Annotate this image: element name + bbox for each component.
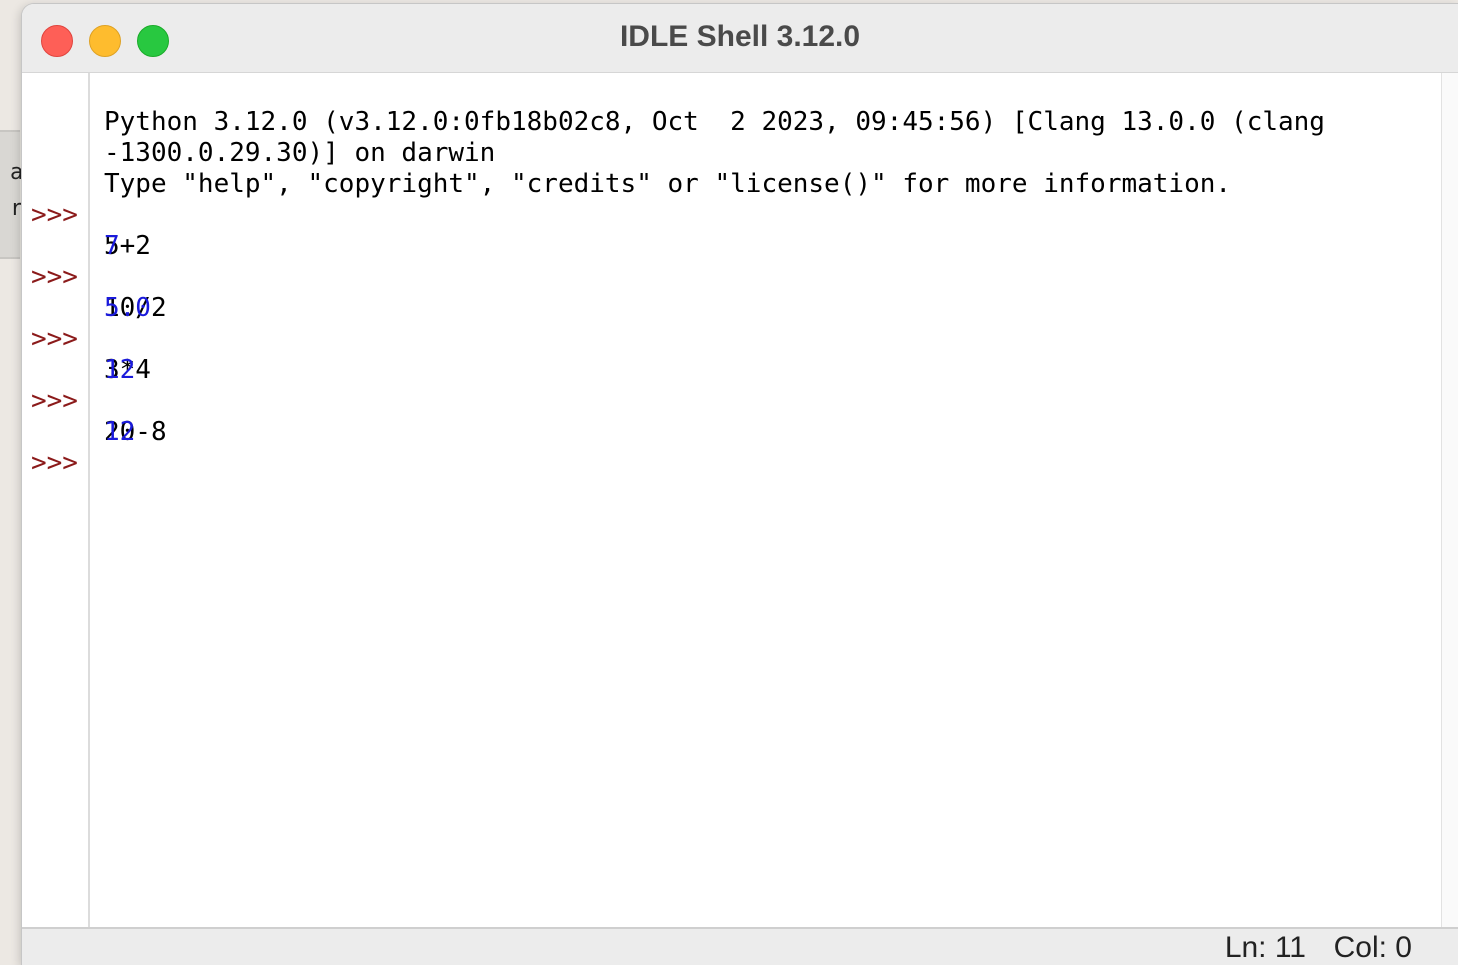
output-line: 12 [22,324,1442,385]
desktop: a r IDLE Shell 3.12.0 Python 3.12.0 (v3.… [0,0,1458,965]
shell-text-area[interactable]: Python 3.12.0 (v3.12.0:0fb18b02c8, Oct 2… [22,73,1442,929]
prompt-marker: >>> [31,448,78,478]
banner-line: -1300.0.29.30)] on darwin [22,107,1442,168]
input-line: >>> 3*4 [22,293,1442,385]
status-bar: Ln: 11 Col: 0 [22,927,1458,965]
idle-shell-window: IDLE Shell 3.12.0 Python 3.12.0 (v3.12.0… [22,4,1458,965]
banner-line: Type "help", "copyright", "credits" or "… [22,138,1442,199]
vertical-scrollbar[interactable] [1441,73,1458,929]
background-window-edge [0,130,20,259]
column-number: Col: 0 [1333,931,1412,964]
input-line: >>> 10/2 [22,231,1442,323]
input-line: >>> 5+2 [22,169,1442,261]
current-input-line[interactable]: >>> [22,417,1442,478]
window-title: IDLE Shell 3.12.0 [619,20,861,53]
line-number: Ln: 11 [1224,931,1306,964]
output-line: 5.0 [22,262,1442,323]
output-line: 12 [22,386,1442,447]
input-line: >>> 20-8 [22,355,1442,447]
title-bar[interactable]: IDLE Shell 3.12.0 [22,4,1458,73]
banner-line: Python 3.12.0 (v3.12.0:0fb18b02c8, Oct 2… [22,76,1442,137]
output-line: 7 [22,200,1442,261]
shell-output: Python 3.12.0 (v3.12.0:0fb18b02c8, Oct 2… [22,76,1442,478]
